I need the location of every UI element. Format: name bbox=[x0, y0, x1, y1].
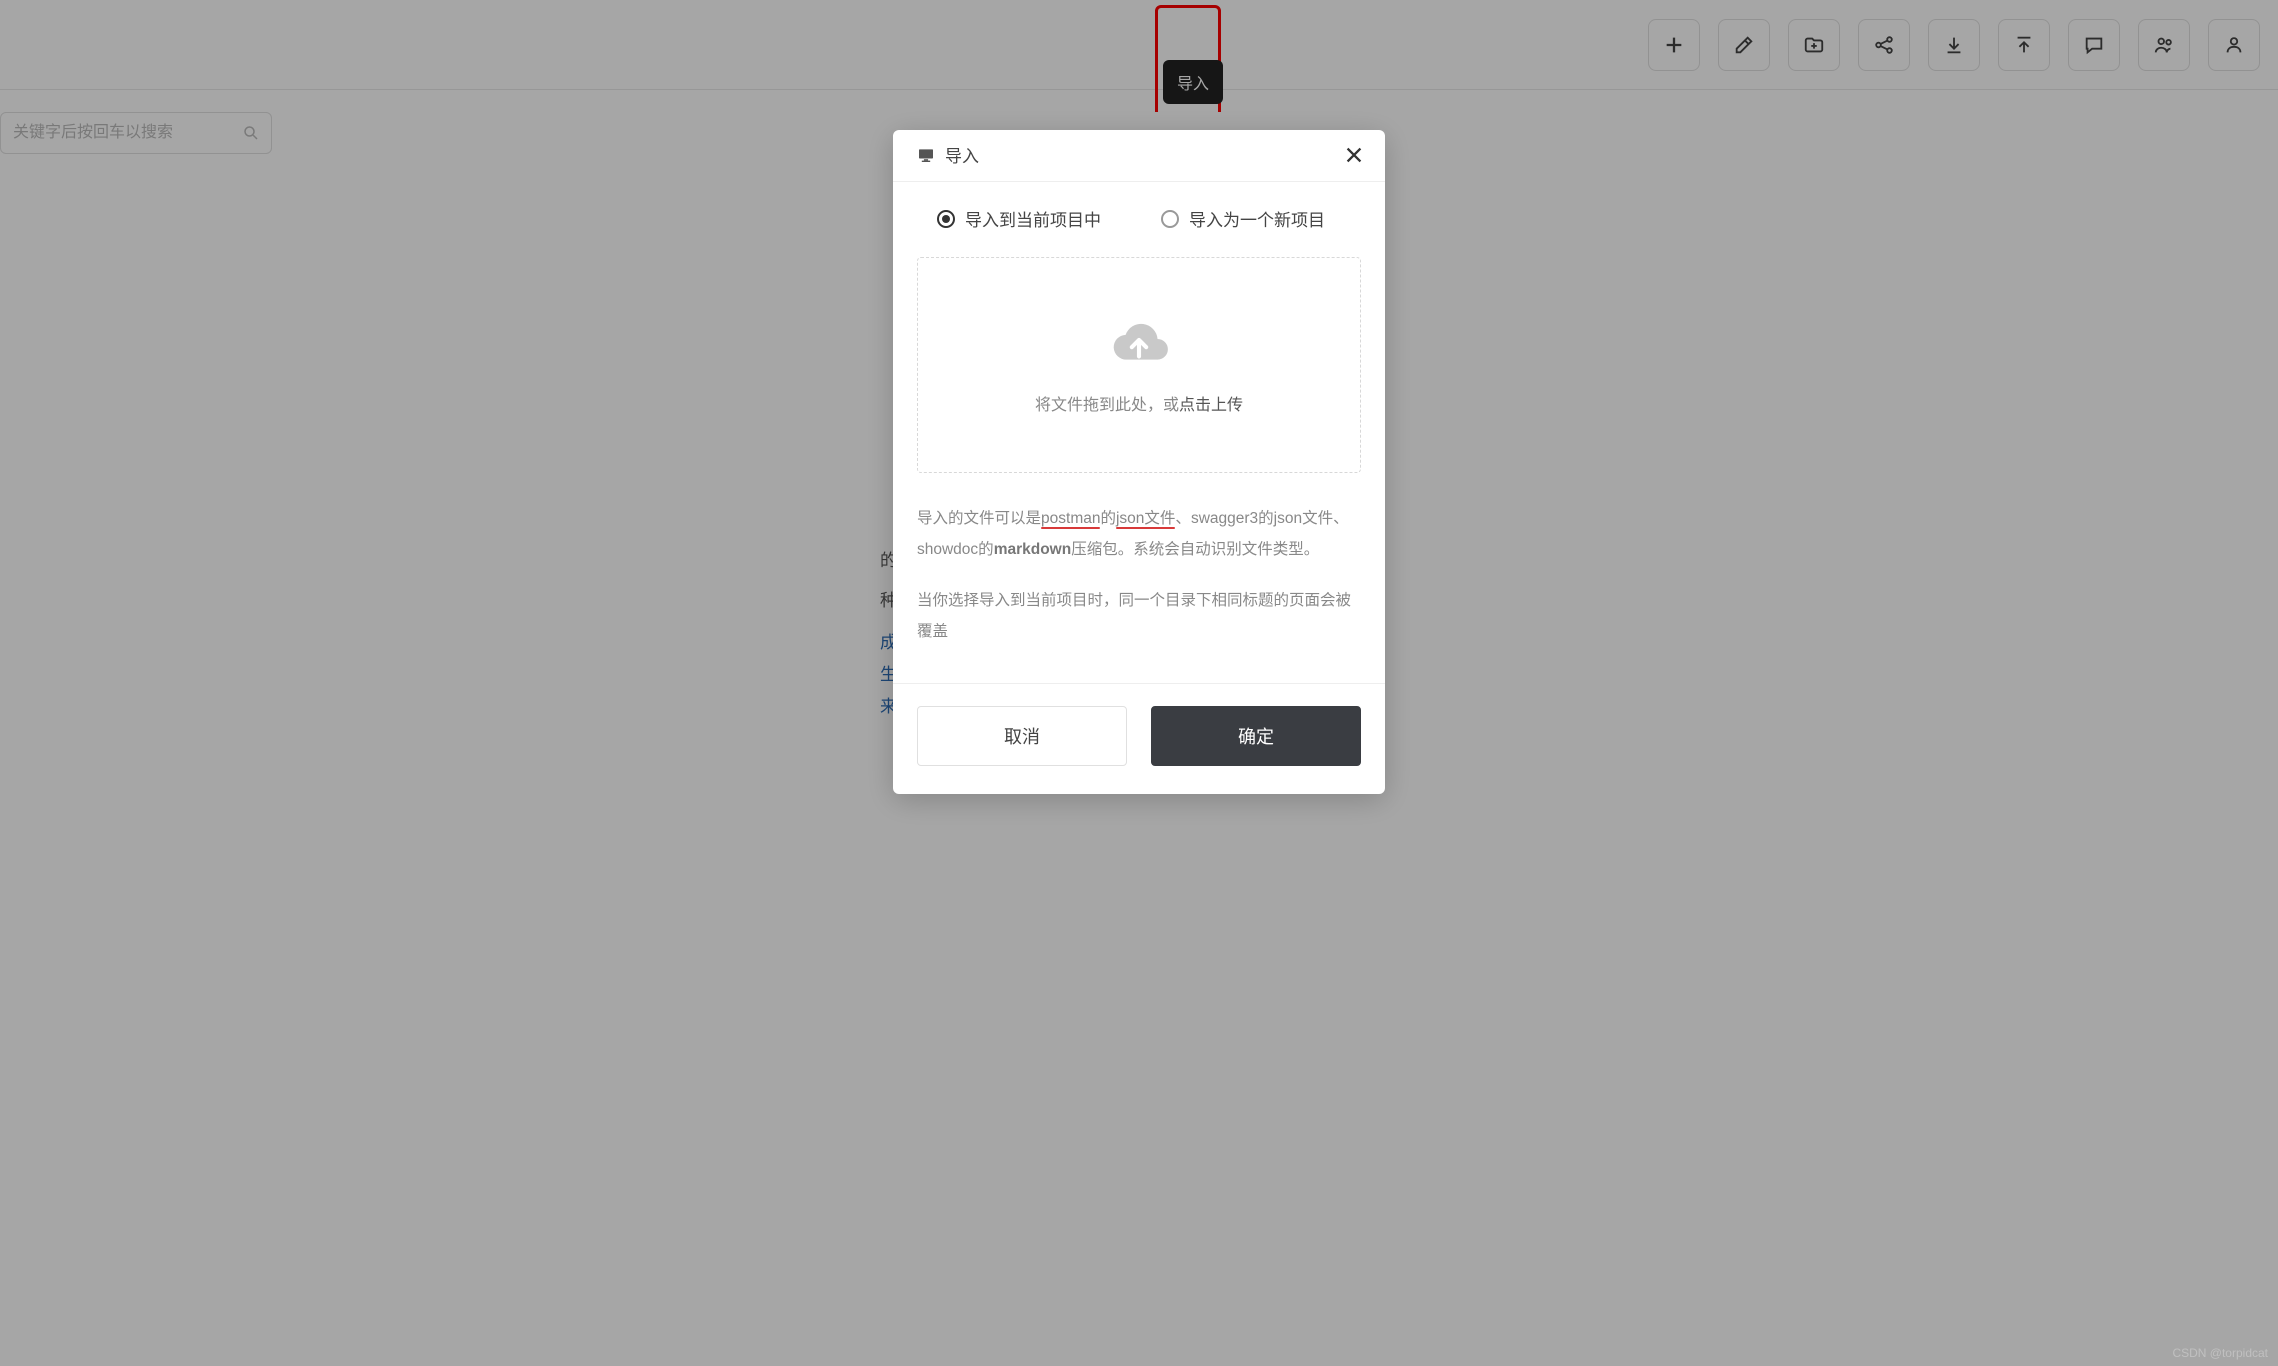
radio-label-new: 导入为一个新项目 bbox=[1189, 206, 1325, 231]
import-mode-radios: 导入到当前项目中 导入为一个新项目 bbox=[917, 206, 1361, 235]
cloud-upload-icon bbox=[1106, 315, 1172, 367]
radio-label-current: 导入到当前项目中 bbox=[965, 206, 1101, 231]
upload-dropzone[interactable]: 将文件拖到此处，或点击上传 bbox=[917, 257, 1361, 473]
close-icon[interactable] bbox=[1343, 144, 1365, 166]
radio-icon bbox=[1161, 210, 1179, 228]
cancel-button[interactable]: 取消 bbox=[917, 706, 1127, 766]
dialog-title-text: 导入 bbox=[945, 142, 979, 167]
dialog-body: 导入到当前项目中 导入为一个新项目 将文件拖到此处，或点击上传 导入的文件可以是… bbox=[893, 182, 1385, 683]
monitor-icon bbox=[917, 148, 935, 162]
watermark: CSDN @torpidcat bbox=[2172, 1346, 2268, 1360]
dialog-title: 导入 bbox=[917, 142, 979, 167]
help-text: 导入的文件可以是postman的json文件、swagger3的json文件、s… bbox=[917, 503, 1361, 647]
dialog-header: 导入 bbox=[893, 130, 1385, 182]
radio-import-new[interactable]: 导入为一个新项目 bbox=[1161, 206, 1325, 231]
radio-icon bbox=[937, 210, 955, 228]
help-note: 当你选择导入到当前项目时，同一个目录下相同标题的页面会被覆盖 bbox=[917, 585, 1361, 647]
underline-jsonfile: json文件 bbox=[1116, 510, 1175, 527]
import-dialog: 导入 导入到当前项目中 导入为一个新项目 将文件拖到此处，或点击上传 bbox=[893, 130, 1385, 794]
dialog-footer: 取消 确定 bbox=[893, 683, 1385, 794]
radio-import-current[interactable]: 导入到当前项目中 bbox=[937, 206, 1101, 231]
underline-postman: postman bbox=[1041, 510, 1100, 527]
upload-text: 将文件拖到此处，或点击上传 bbox=[1035, 391, 1243, 415]
confirm-button[interactable]: 确定 bbox=[1151, 706, 1361, 766]
